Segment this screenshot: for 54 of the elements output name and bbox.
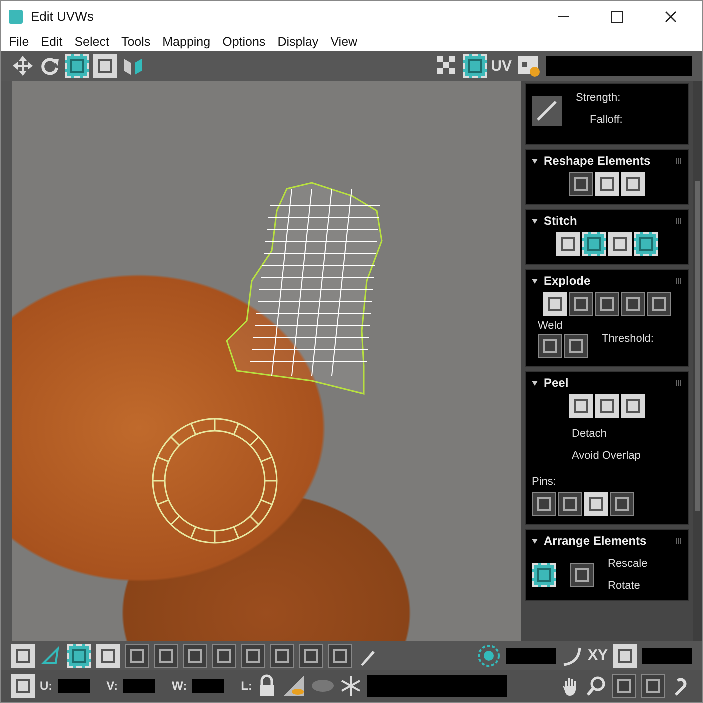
move-icon[interactable] xyxy=(11,54,35,78)
coordinate-field[interactable] xyxy=(123,679,156,693)
snowflake-icon[interactable] xyxy=(340,675,362,697)
falloff-label: Falloff: xyxy=(590,114,623,126)
weld-label: Weld xyxy=(538,320,564,332)
grip-icon[interactable] xyxy=(676,218,682,224)
coordinate-label: L: xyxy=(241,679,252,693)
menu-item[interactable]: Display xyxy=(278,34,319,48)
rollout-title[interactable]: Explode xyxy=(544,274,670,288)
menu-item[interactable]: Edit xyxy=(41,34,63,48)
menu-item[interactable]: View xyxy=(330,34,358,48)
falloff-field[interactable] xyxy=(506,648,556,664)
rotate-label: Rotate xyxy=(608,580,642,592)
avoid-overlap-label: Avoid Overlap xyxy=(572,450,642,462)
grip-icon[interactable] xyxy=(676,380,682,386)
menu-item[interactable]: Select xyxy=(74,34,110,48)
detach-label: Detach xyxy=(572,428,608,440)
edge-icon[interactable] xyxy=(40,644,62,666)
scrollbar-thumb[interactable] xyxy=(695,181,700,511)
coordinate-label: V: xyxy=(106,679,118,693)
menu-item[interactable]: Tools xyxy=(121,34,151,48)
rollout-title[interactable]: Reshape Elements xyxy=(544,154,670,168)
app-logo-icon xyxy=(9,10,23,24)
rollout-title[interactable]: Arrange Elements xyxy=(544,534,670,548)
selection-field[interactable] xyxy=(367,675,508,697)
pins-label: Pins: xyxy=(532,476,558,488)
window-title: Edit UVWs xyxy=(31,9,94,24)
menu-item[interactable]: Mapping xyxy=(162,34,211,48)
grip-icon[interactable] xyxy=(676,158,682,164)
checker-settings-icon[interactable] xyxy=(516,54,542,78)
rollout-title[interactable]: Peel xyxy=(544,376,670,390)
collapse-arrow-icon[interactable] xyxy=(532,158,538,164)
uv-mode-label[interactable]: UV xyxy=(491,58,512,74)
coordinate-field[interactable] xyxy=(192,679,224,693)
collapse-arrow-icon[interactable] xyxy=(532,278,538,284)
menu-item[interactable]: File xyxy=(9,34,30,48)
zoom-icon[interactable] xyxy=(585,675,607,697)
menu-item[interactable]: Options xyxy=(222,34,266,48)
rescale-label: Rescale xyxy=(608,558,648,570)
grip-icon[interactable] xyxy=(676,278,682,284)
coordinate-label: U: xyxy=(40,679,53,693)
threshold-label: Threshold: xyxy=(602,333,654,345)
distance-field[interactable] xyxy=(642,648,692,664)
xy-space-label[interactable]: XY xyxy=(588,647,608,664)
line-brush-icon[interactable] xyxy=(532,96,562,126)
strength-label: Strength: xyxy=(576,92,622,104)
coordinate-field[interactable] xyxy=(58,679,90,693)
grip-icon[interactable] xyxy=(676,538,682,544)
rollout-title[interactable]: Stitch xyxy=(544,214,670,228)
collapse-arrow-icon[interactable] xyxy=(532,538,538,544)
collapse-arrow-icon[interactable] xyxy=(532,218,538,224)
soft-select-icon[interactable] xyxy=(476,644,501,668)
coordinate-label: W: xyxy=(172,679,188,693)
collapse-arrow-icon[interactable] xyxy=(532,380,538,386)
